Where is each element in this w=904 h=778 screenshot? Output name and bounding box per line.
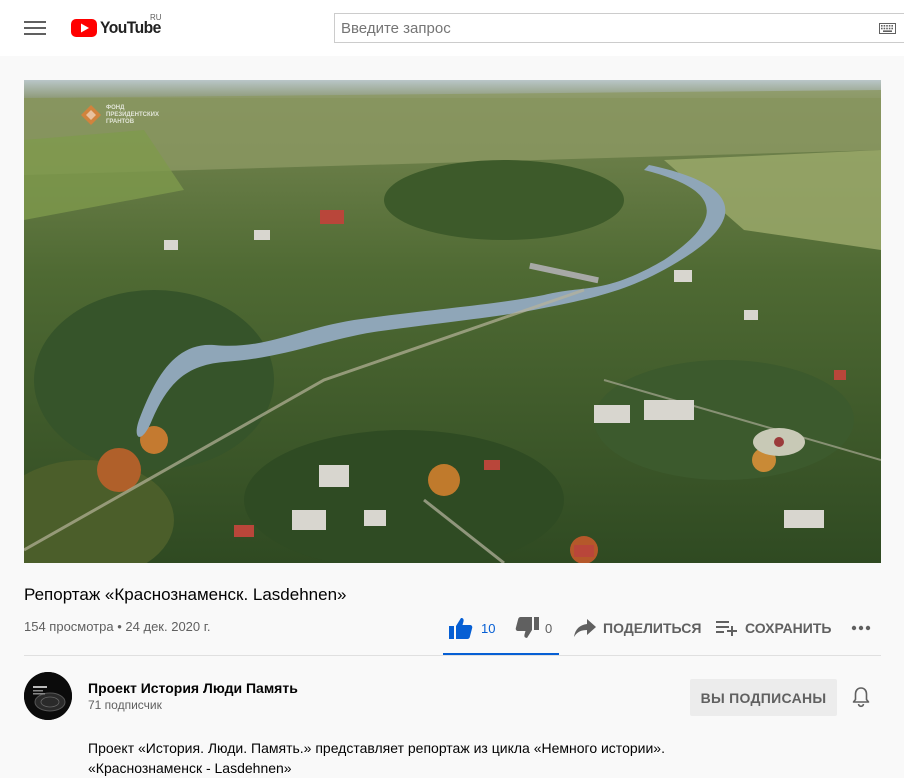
share-icon (574, 619, 596, 637)
watermark-text: Фонд президентских грантов (106, 104, 159, 125)
youtube-logo[interactable]: YouTube RU (71, 13, 166, 40)
logo-region: RU (150, 13, 162, 22)
channel-avatar[interactable] (24, 672, 72, 720)
search-box (334, 13, 904, 43)
description-line: «Краснознаменск - Lasdehnen» (88, 760, 292, 776)
watermark: Фонд президентских грантов (80, 104, 166, 126)
dislike-button[interactable]: 0 (515, 608, 552, 648)
bell-icon[interactable] (850, 686, 872, 708)
like-count: 10 (481, 620, 496, 636)
thumbs-up-icon (449, 618, 473, 639)
youtube-logo-icon (71, 19, 97, 37)
video-description: Проект «История. Люди. Память.» представ… (88, 738, 848, 778)
dislike-count: 0 (545, 620, 553, 636)
more-horizontal-icon (851, 625, 871, 631)
share-button[interactable]: ПОДЕЛИТЬСЯ (574, 608, 701, 648)
channel-name[interactable]: Проект История Люди Память (88, 680, 298, 696)
grant-fund-logo-icon (81, 105, 101, 125)
save-label: СОХРАНИТЬ (745, 620, 832, 636)
channel-avatar-image (24, 672, 72, 720)
menu-icon[interactable] (24, 18, 46, 38)
video-thumbnail (24, 80, 881, 563)
subscriber-count: 71 подписчик (88, 698, 162, 712)
meta-separator: • (117, 619, 122, 634)
keyboard-icon[interactable] (879, 23, 896, 34)
playlist-add-icon (716, 621, 737, 636)
masthead: YouTube RU (0, 0, 904, 56)
like-button[interactable]: 10 (449, 608, 495, 648)
video-title: Репортаж «Краснознаменск. Lasdehnen» (24, 585, 347, 604)
video-meta: 154 просмотра • 24 дек. 2020 г. (24, 619, 211, 634)
thumbs-down-icon (515, 617, 539, 638)
view-count: 154 просмотра (24, 619, 114, 634)
more-actions-button[interactable] (851, 608, 871, 648)
description-line: Проект «История. Люди. Память.» представ… (88, 740, 665, 756)
video-player[interactable]: Фонд президентских грантов (24, 80, 881, 563)
share-label: ПОДЕЛИТЬСЯ (603, 620, 702, 636)
publish-date: 24 дек. 2020 г. (125, 619, 211, 634)
divider (24, 655, 881, 656)
subscribed-button[interactable]: ВЫ ПОДПИСАНЫ (690, 679, 837, 716)
save-button[interactable]: СОХРАНИТЬ (716, 608, 831, 648)
search-input[interactable] (335, 14, 871, 42)
